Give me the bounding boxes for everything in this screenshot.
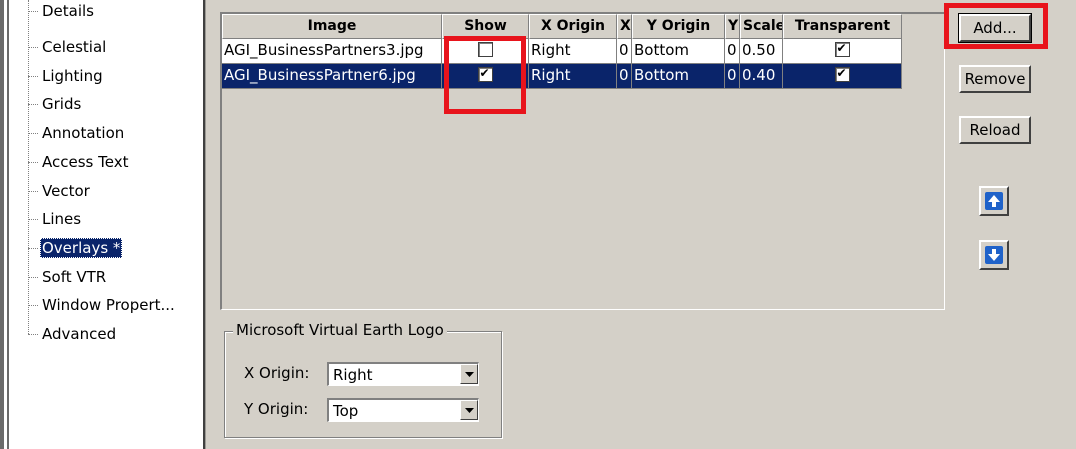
- cell-y[interactable]: 0: [725, 64, 740, 89]
- cell-y[interactable]: 0: [725, 39, 740, 64]
- cell-scale[interactable]: 0.40: [740, 64, 783, 89]
- tree-item-annotation[interactable]: Annotation: [28, 122, 126, 144]
- cell-transparent: ✔: [783, 64, 902, 89]
- y-origin-value: Top: [333, 402, 359, 420]
- tree-item-label: Lighting: [42, 67, 103, 85]
- tree-item-label: Celestial: [42, 38, 107, 56]
- dropdown-button[interactable]: [460, 400, 478, 420]
- dropdown-button[interactable]: [460, 364, 478, 384]
- tree-item-label: Annotation: [42, 124, 125, 142]
- tree-item-grids[interactable]: Grids: [28, 93, 83, 115]
- column-header-y[interactable]: Y: [725, 14, 740, 39]
- column-header-image[interactable]: Image: [222, 14, 442, 39]
- overlays-grid: Image Show X Origin X Y Origin Y Scale T…: [220, 12, 945, 310]
- cell-image[interactable]: AGI_BusinessPartners3.jpg: [222, 39, 442, 64]
- tree-item-label: Window Propert...: [42, 296, 175, 314]
- show-highlight-box: [444, 36, 526, 114]
- tree-item-soft-vtr[interactable]: Soft VTR: [28, 266, 108, 288]
- tree-item-celestial[interactable]: Celestial: [28, 36, 108, 58]
- tree-item-lines[interactable]: Lines: [28, 208, 83, 230]
- tree-item-label: Lines: [42, 210, 82, 228]
- table-row-selected[interactable]: AGI_BusinessPartner6.jpg ✔ Right 0 Botto…: [222, 64, 902, 89]
- x-origin-value: Right: [333, 366, 373, 384]
- properties-tree: Details Celestial Lighting Grids Annotat…: [20, 0, 200, 449]
- chevron-down-icon: [464, 407, 474, 413]
- tree-item-window-properties[interactable]: Window Propert...: [28, 294, 177, 316]
- tree-item-label: Vector: [42, 182, 90, 200]
- tree-item-overlays[interactable]: Overlays *: [28, 237, 123, 259]
- tree-item-label: Grids: [42, 95, 82, 113]
- group-title: Microsoft Virtual Earth Logo: [233, 321, 447, 339]
- column-header-x[interactable]: X: [617, 14, 632, 39]
- transparent-checkbox[interactable]: ✔: [834, 66, 850, 82]
- cell-x-origin[interactable]: Right: [529, 64, 617, 89]
- tree-item-label: Overlays *: [40, 238, 123, 258]
- cell-scale[interactable]: 0.50: [740, 39, 783, 64]
- tree-item-label: Advanced: [42, 325, 117, 343]
- cell-y-origin[interactable]: Bottom: [632, 39, 725, 64]
- cell-image[interactable]: AGI_BusinessPartner6.jpg: [222, 64, 442, 89]
- column-header-y-origin[interactable]: Y Origin: [632, 14, 725, 39]
- cell-x[interactable]: 0: [617, 39, 632, 64]
- x-origin-label: X Origin:: [244, 364, 310, 382]
- chevron-down-icon: [464, 371, 474, 377]
- cell-y-origin[interactable]: Bottom: [632, 64, 725, 89]
- tree-item-advanced[interactable]: Advanced: [28, 323, 118, 345]
- column-header-transparent[interactable]: Transparent: [783, 14, 902, 39]
- checkmark-icon: ✔: [836, 41, 847, 55]
- table-row[interactable]: AGI_BusinessPartners3.jpg Right 0 Bottom…: [222, 39, 902, 64]
- virtual-earth-logo-group: Microsoft Virtual Earth Logo X Origin: R…: [224, 321, 502, 438]
- overlays-panel: Image Show X Origin X Y Origin Y Scale T…: [206, 0, 1076, 449]
- arrow-down-icon: [985, 246, 1003, 264]
- x-origin-select[interactable]: Right: [327, 362, 479, 386]
- column-header-scale[interactable]: Scale: [740, 14, 783, 39]
- tree-item-details[interactable]: Details: [28, 0, 96, 22]
- reload-button[interactable]: Reload: [959, 116, 1031, 144]
- cell-transparent: ✔: [783, 39, 902, 64]
- remove-button[interactable]: Remove: [959, 65, 1031, 93]
- cell-x[interactable]: 0: [617, 64, 632, 89]
- column-header-x-origin[interactable]: X Origin: [529, 14, 617, 39]
- window-edge: [0, 0, 4, 449]
- arrow-up-icon: [985, 192, 1003, 210]
- tree-item-label: Details: [42, 2, 95, 20]
- tree-item-vector[interactable]: Vector: [28, 180, 92, 202]
- checkmark-icon: ✔: [836, 66, 847, 80]
- tree-item-label: Soft VTR: [42, 268, 107, 286]
- move-down-button[interactable]: [979, 240, 1009, 270]
- move-up-button[interactable]: [979, 186, 1009, 216]
- y-origin-label: Y Origin:: [244, 400, 309, 418]
- y-origin-select[interactable]: Top: [327, 398, 479, 422]
- cell-x-origin[interactable]: Right: [529, 39, 617, 64]
- tree-item-lighting[interactable]: Lighting: [28, 65, 105, 87]
- grid-header: Image Show X Origin X Y Origin Y Scale T…: [222, 14, 902, 39]
- tree-item-access-text[interactable]: Access Text: [28, 151, 130, 173]
- tree-item-label: Access Text: [42, 153, 129, 171]
- add-highlight-box: [944, 3, 1048, 49]
- window-edge-inner: [7, 0, 9, 449]
- transparent-checkbox[interactable]: ✔: [834, 41, 850, 57]
